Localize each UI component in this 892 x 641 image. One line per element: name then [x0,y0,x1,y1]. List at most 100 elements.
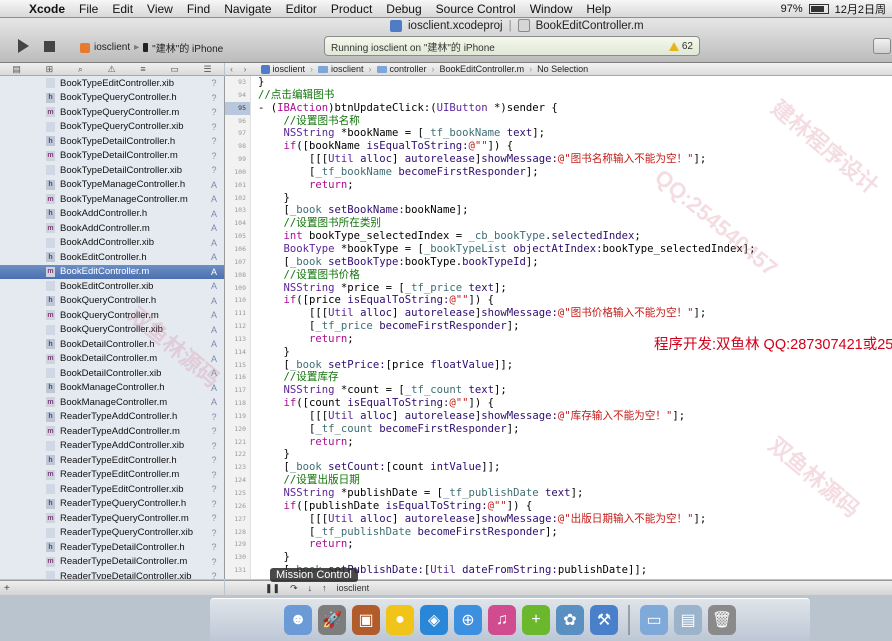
file-row[interactable]: m ReaderTypeQueryController.m? [0,511,224,526]
step-over-icon[interactable]: ↷ [290,583,298,594]
file-row[interactable]: m BookTypeDetailController.m? [0,149,224,164]
line-number[interactable]: 111 [225,307,250,320]
line-number[interactable]: 127 [225,513,250,526]
line-number[interactable]: 107 [225,256,250,269]
line-number[interactable]: 106 [225,243,250,256]
line-number[interactable]: 116 [225,371,250,384]
file-row[interactable]: h BookTypeManageController.h A [0,178,224,193]
line-number[interactable]: 103 [225,204,250,217]
file-row[interactable]: BookAddController.xib A [0,236,224,251]
clock[interactable]: 12月2日周 [835,1,886,17]
file-row[interactable]: ReaderTypeAddController.xib? [0,439,224,454]
line-number[interactable]: 100 [225,166,250,179]
line-number[interactable]: 119 [225,410,250,423]
step-out-icon[interactable]: ↑ [322,583,327,593]
menu-item[interactable]: Source Control [429,2,523,16]
log-navigator-icon[interactable]: ☰ [204,64,212,75]
file-row[interactable]: h ReaderTypeQueryController.h? [0,497,224,512]
line-number[interactable]: 109 [225,282,250,295]
file-row[interactable]: h BookTypeDetailController.h? [0,134,224,149]
line-number[interactable]: 108 [225,269,250,282]
launchpad-icon[interactable]: 🚀 [318,605,346,635]
file-row[interactable]: BookTypeEditController.xib? [0,76,224,91]
line-number[interactable]: 130 [225,551,250,564]
line-number[interactable]: 95 [225,101,250,115]
file-row[interactable]: ReaderTypeEditController.xib? [0,482,224,497]
file-row[interactable]: m BookManageController.m A [0,395,224,410]
line-number[interactable]: 104 [225,217,250,230]
line-number[interactable]: 124 [225,474,250,487]
file-row[interactable]: m BookTypeQueryController.m? [0,105,224,120]
jump-folder[interactable]: controller [372,64,432,74]
line-number[interactable]: 98 [225,140,250,153]
file-row[interactable]: h ReaderTypeEditController.h? [0,453,224,468]
folder-icon[interactable]: ▭ [640,605,668,635]
file-row[interactable]: h BookManageController.h A [0,381,224,396]
file-row[interactable]: h BookDetailController.h A [0,337,224,352]
debug-navigator-icon[interactable]: ≡ [140,64,145,74]
menu-item[interactable]: View [140,2,180,16]
source-editor[interactable]: }//点击编辑图书 - (IBAction)btnUpdateClick:(UIB… [251,76,892,579]
line-number[interactable]: 123 [225,461,250,474]
scheme-selector[interactable]: iosclient ▸ "建林"的 iPhone [80,40,223,55]
file-row[interactable]: h BookQueryController.h A [0,294,224,309]
run-button[interactable] [14,38,32,54]
file-row[interactable]: m BookDetailController.m A [0,352,224,367]
line-number[interactable]: 96 [225,115,250,128]
app-icon[interactable]: ▣ [352,605,380,635]
jump-project[interactable]: iosclient [256,64,311,74]
xcode-icon[interactable]: ⚒ [590,605,618,635]
editor-view-button[interactable] [873,38,891,54]
jump-group[interactable]: iosclient [313,64,369,74]
line-number[interactable]: 102 [225,192,250,205]
file-row[interactable]: m BookAddController.m A [0,221,224,236]
file-row[interactable]: BookQueryController.xib A [0,323,224,338]
file-row[interactable]: BookTypeDetailController.xib? [0,163,224,178]
menu-item[interactable]: Edit [105,2,140,16]
line-number-gutter[interactable]: 93 94 95 96 97 98 99 100 101 102 103 104 105 106 107 10… [225,76,251,579]
line-number[interactable]: 120 [225,423,250,436]
menu-item[interactable]: Xcode [22,2,72,16]
file-row[interactable]: m BookTypeManageController.m A [0,192,224,207]
menu-item[interactable]: Editor [279,2,324,16]
file-row[interactable]: m ReaderTypeAddController.m? [0,424,224,439]
file-row[interactable]: BookEditController.xib A [0,279,224,294]
file-row[interactable]: m ReaderTypeEditController.m? [0,468,224,483]
file-row[interactable]: h ReaderTypeAddController.h? [0,410,224,425]
line-number[interactable]: 114 [225,346,250,359]
line-number[interactable]: 121 [225,436,250,449]
menu-item[interactable]: Product [324,2,379,16]
menu-item[interactable]: Window [523,2,580,16]
breakpoint-navigator-icon[interactable]: ▭ [170,64,179,75]
line-number[interactable]: 118 [225,397,250,410]
menu-item[interactable]: Help [579,2,618,16]
warning-badge[interactable]: 62 [668,41,693,52]
file-row[interactable]: m ReaderTypeDetailController.m? [0,555,224,570]
project-navigator-icon[interactable]: ▤ [12,64,21,75]
documents-icon[interactable]: ▤ [674,605,702,635]
line-number[interactable]: 101 [225,179,250,192]
file-row[interactable]: ReaderTypeDetailController.xib? [0,569,224,579]
finder-icon[interactable]: ☻ [284,605,312,635]
menu-item[interactable]: Navigate [217,2,278,16]
line-number[interactable]: 125 [225,487,250,500]
line-number[interactable]: 110 [225,294,250,307]
menu-item[interactable]: File [72,2,105,16]
battery-icon[interactable] [808,3,829,14]
file-row[interactable]: m BookQueryController.m A [0,308,224,323]
qq-icon[interactable]: ● [386,605,414,635]
issue-navigator-icon[interactable]: ⚠ [108,64,116,75]
file-row[interactable]: h BookAddController.h A [0,207,224,222]
jump-selection[interactable]: No Selection [532,64,593,74]
menu-item[interactable]: Find [180,2,217,16]
line-number[interactable]: 128 [225,526,250,539]
pause-icon[interactable]: ❚❚ [265,583,280,594]
plus-icon[interactable]: + [522,605,550,635]
step-in-icon[interactable]: ↓ [308,583,313,593]
file-row[interactable]: h ReaderTypeDetailController.h? [0,540,224,555]
line-number[interactable]: 112 [225,320,250,333]
file-row[interactable]: BookTypeQueryController.xib? [0,120,224,135]
file-row[interactable]: h BookTypeQueryController.h? [0,91,224,106]
teamviewer-icon[interactable]: ◈ [420,605,448,635]
back-forward-icons[interactable]: ‹ › [225,64,256,74]
